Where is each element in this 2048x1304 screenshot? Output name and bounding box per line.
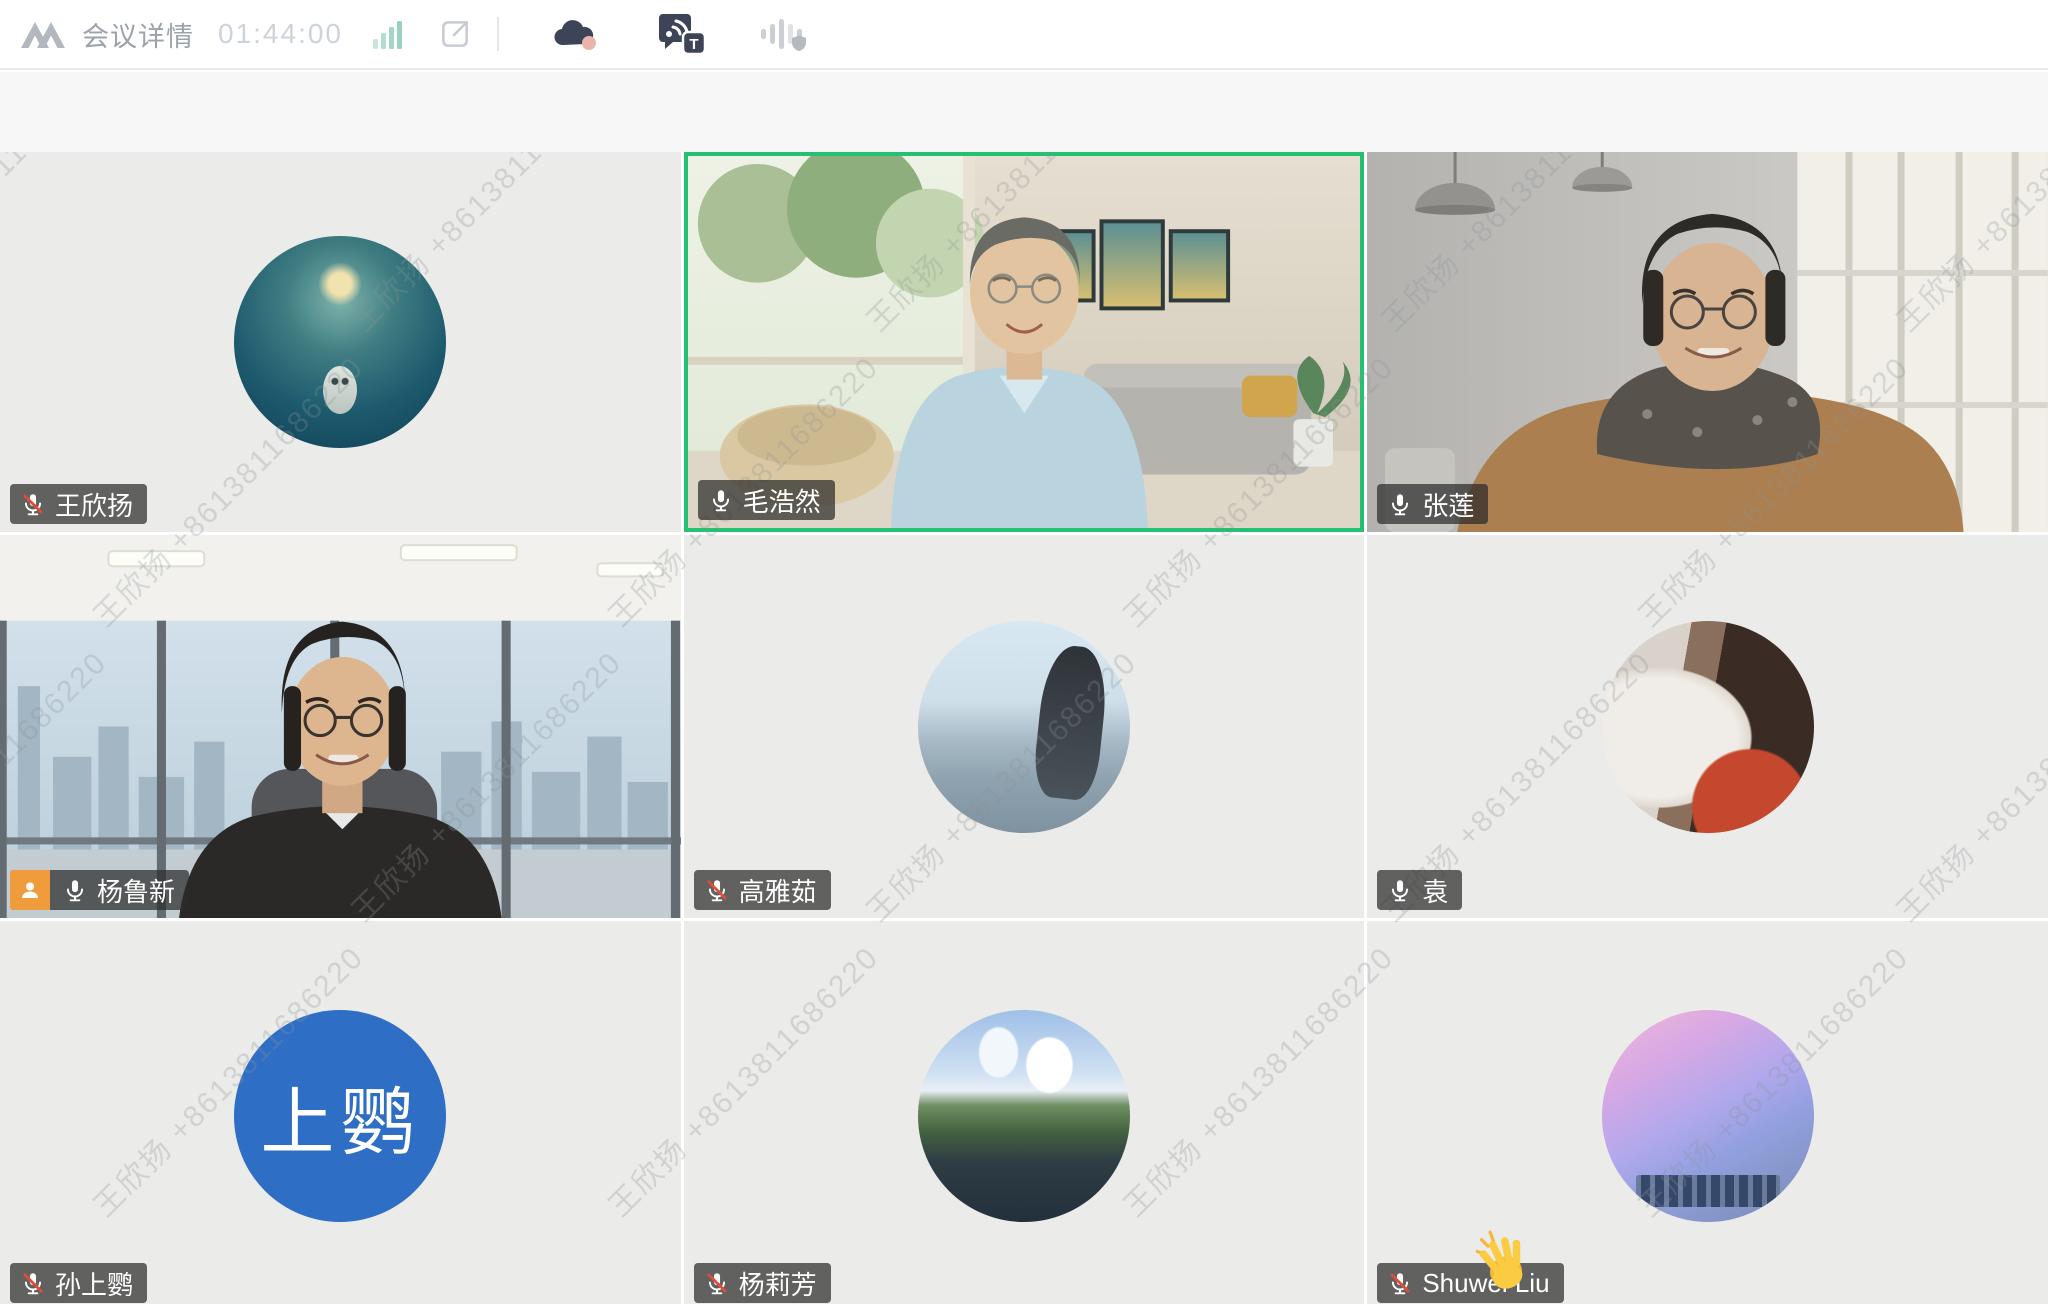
participant-name-label: 孙上鹦 bbox=[10, 1263, 147, 1303]
mic-status-icon bbox=[20, 491, 46, 517]
avatar bbox=[684, 921, 1365, 1304]
participant-name: 袁 bbox=[1422, 872, 1448, 909]
participant-tile[interactable]: 袁 bbox=[1367, 535, 2048, 918]
avatar bbox=[1367, 535, 2048, 918]
avatar-initials: 上鹦 bbox=[234, 1010, 446, 1222]
participant-tile[interactable]: 上鹦 孙上鹦 bbox=[0, 921, 681, 1304]
avatar-image bbox=[234, 236, 446, 448]
mic-status-icon bbox=[62, 877, 88, 903]
mic-status-icon bbox=[1387, 877, 1413, 903]
building-detail bbox=[1636, 1175, 1780, 1207]
meeting-window: 会议详情 01:44:00 bbox=[0, 0, 2048, 1304]
participant-name-label: 毛浩然 bbox=[698, 480, 835, 520]
participant-name: 王欣扬 bbox=[55, 486, 133, 523]
meeting-details-button[interactable]: 会议详情 bbox=[82, 15, 194, 54]
mic-status-icon bbox=[704, 877, 730, 903]
avatar-image bbox=[918, 621, 1130, 833]
avatar-image bbox=[1602, 621, 1814, 833]
video-feed bbox=[688, 156, 1361, 528]
participant-name-label: 袁 bbox=[1377, 870, 1462, 910]
cloud-recording-icon[interactable] bbox=[553, 16, 599, 52]
participant-tile[interactable]: 高雅茹 bbox=[684, 535, 1365, 918]
top-bar: 会议详情 01:44:00 bbox=[0, 0, 2048, 70]
participant-name-label: 杨鲁新 bbox=[10, 870, 189, 910]
participant-tile[interactable]: 张莲 bbox=[1367, 152, 2048, 532]
participant-name: 张莲 bbox=[1422, 486, 1474, 523]
meeting-logo-icon bbox=[20, 18, 70, 50]
avatar bbox=[1367, 921, 2048, 1304]
mic-status-icon bbox=[708, 487, 734, 513]
participant-tile[interactable]: 王欣扬 bbox=[0, 152, 681, 532]
participant-tile[interactable]: Shuwei Liu bbox=[1367, 921, 2048, 1304]
toolbar-substrip bbox=[0, 72, 2048, 152]
svg-text:T: T bbox=[689, 36, 698, 53]
live-transcript-icon[interactable]: T bbox=[659, 12, 707, 56]
host-badge bbox=[10, 870, 50, 910]
avatar: 上鹦 bbox=[0, 921, 681, 1304]
participant-name-label: 王欣扬 bbox=[10, 484, 147, 524]
participant-name: 杨莉芳 bbox=[739, 1265, 817, 1302]
participant-grid: 王欣扬 bbox=[0, 152, 2048, 1304]
participant-tile[interactable]: 毛浩然 bbox=[684, 152, 1365, 532]
avatar-image bbox=[918, 1010, 1130, 1222]
signal-strength-icon bbox=[373, 17, 403, 51]
audio-wave-shield-icon[interactable] bbox=[761, 14, 807, 54]
lamp-artwork-detail bbox=[318, 262, 362, 306]
meeting-timer: 01:44:00 bbox=[218, 18, 343, 50]
mic-status-icon bbox=[20, 1270, 46, 1296]
participant-name-label: Shuwei Liu bbox=[1377, 1263, 1563, 1303]
participant-name: 毛浩然 bbox=[743, 482, 821, 519]
participant-tile[interactable]: 杨莉芳 bbox=[684, 921, 1365, 1304]
participant-name-label: 张莲 bbox=[1377, 484, 1488, 524]
toolbar-divider bbox=[497, 17, 499, 51]
avatar-image bbox=[1602, 1010, 1814, 1222]
participant-name-label: 杨莉芳 bbox=[694, 1263, 831, 1303]
participant-name: 杨鲁新 bbox=[97, 872, 175, 909]
video-feed bbox=[0, 535, 681, 918]
figure-artwork-detail bbox=[323, 366, 357, 414]
share-screen-icon[interactable] bbox=[437, 16, 473, 52]
participant-name: 高雅茹 bbox=[739, 872, 817, 909]
clap-reaction-icon bbox=[1475, 1229, 1533, 1296]
avatar bbox=[684, 535, 1365, 918]
mic-status-icon bbox=[1387, 1270, 1413, 1296]
video-feed bbox=[1367, 152, 2048, 532]
participant-tile[interactable]: 杨鲁新 bbox=[0, 535, 681, 918]
mic-status-icon bbox=[1387, 491, 1413, 517]
participant-name: 孙上鹦 bbox=[55, 1265, 133, 1302]
person-silhouette-detail bbox=[1031, 643, 1110, 801]
avatar bbox=[0, 152, 681, 532]
participant-name-label: 高雅茹 bbox=[694, 870, 831, 910]
mic-status-icon bbox=[704, 1270, 730, 1296]
